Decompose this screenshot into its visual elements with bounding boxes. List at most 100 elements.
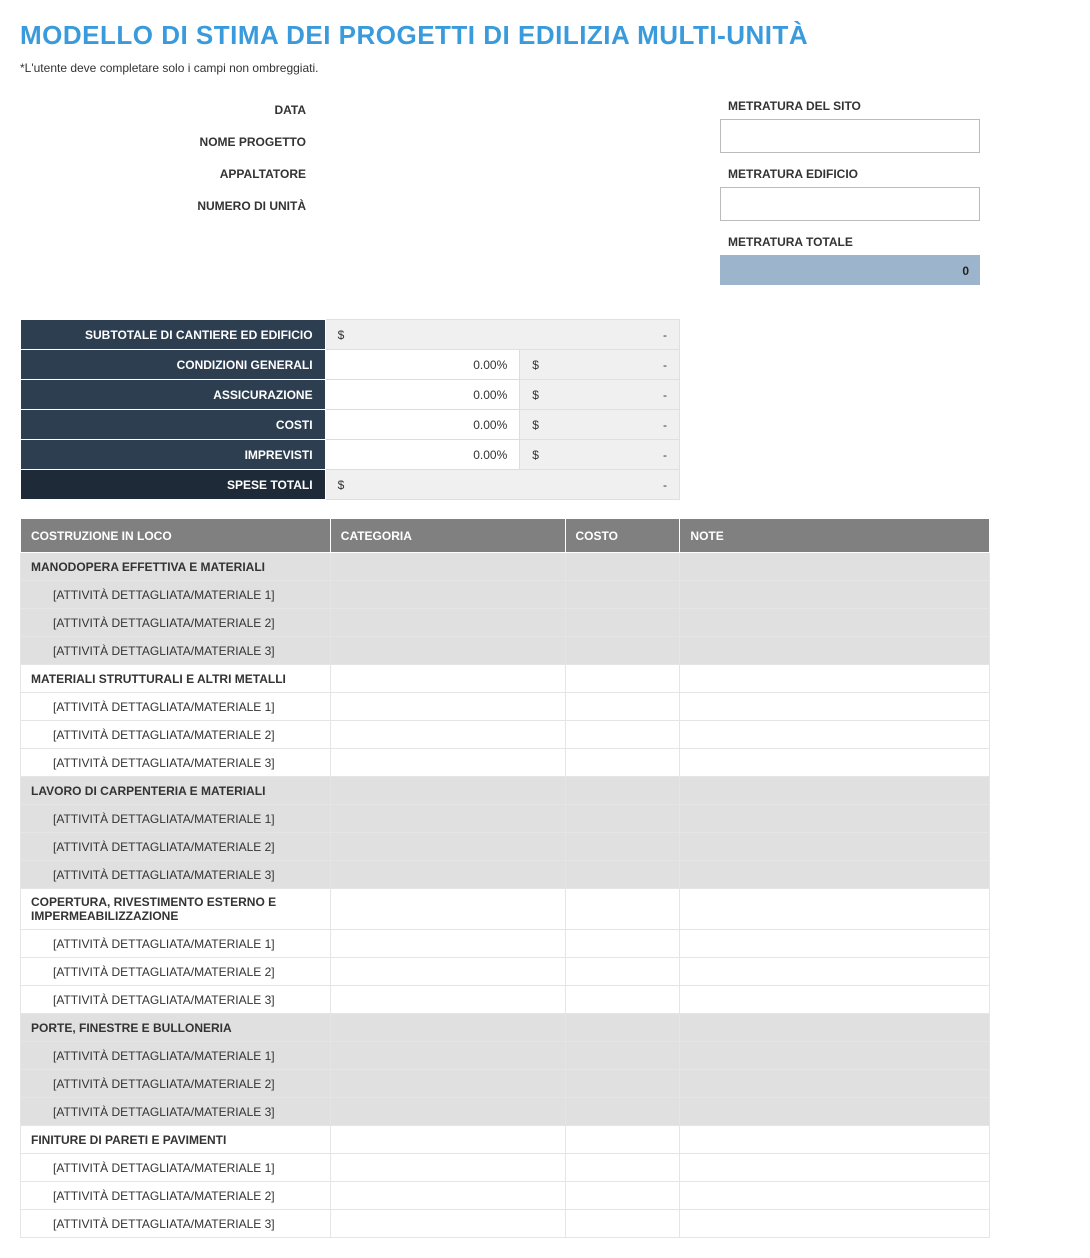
item-name[interactable]: [ATTIVITÀ DETTAGLIATA/MATERIALE 1] [21,805,331,833]
item-name[interactable]: [ATTIVITÀ DETTAGLIATA/MATERIALE 2] [21,721,331,749]
group-row: FINITURE DI PARETI E PAVIMENTI [21,1126,990,1154]
item-costo[interactable] [565,833,680,861]
sum-amt-costi: $- [520,410,680,440]
input-numero-unita[interactable] [320,193,680,219]
item-categoria[interactable] [330,1182,565,1210]
item-costo[interactable] [565,637,680,665]
sum-pct-condizioni[interactable]: 0.00% [325,350,520,380]
item-categoria[interactable] [330,986,565,1014]
item-costo[interactable] [565,1042,680,1070]
item-name[interactable]: [ATTIVITÀ DETTAGLIATA/MATERIALE 3] [21,1098,331,1126]
label-appaltatore: APPALTATORE [20,167,320,181]
item-row: [ATTIVITÀ DETTAGLIATA/MATERIALE 3] [21,986,990,1014]
item-costo[interactable] [565,1154,680,1182]
item-name[interactable]: [ATTIVITÀ DETTAGLIATA/MATERIALE 3] [21,1210,331,1238]
item-categoria[interactable] [330,1098,565,1126]
item-costo[interactable] [565,609,680,637]
item-note[interactable] [680,1070,990,1098]
input-data[interactable] [320,97,680,123]
item-categoria[interactable] [330,833,565,861]
item-categoria[interactable] [330,930,565,958]
item-costo[interactable] [565,693,680,721]
item-categoria[interactable] [330,693,565,721]
group-cell [565,665,680,693]
item-name[interactable]: [ATTIVITÀ DETTAGLIATA/MATERIALE 2] [21,958,331,986]
item-row: [ATTIVITÀ DETTAGLIATA/MATERIALE 3] [21,637,990,665]
item-note[interactable] [680,986,990,1014]
item-note[interactable] [680,805,990,833]
group-cell [680,1126,990,1154]
item-name[interactable]: [ATTIVITÀ DETTAGLIATA/MATERIALE 3] [21,637,331,665]
item-name[interactable]: [ATTIVITÀ DETTAGLIATA/MATERIALE 1] [21,1154,331,1182]
item-note[interactable] [680,721,990,749]
group-name: PORTE, FINESTRE E BULLONERIA [21,1014,331,1042]
item-categoria[interactable] [330,861,565,889]
item-row: [ATTIVITÀ DETTAGLIATA/MATERIALE 2] [21,958,990,986]
item-note[interactable] [680,958,990,986]
item-costo[interactable] [565,958,680,986]
sum-pct-imprevisti[interactable]: 0.00% [325,440,520,470]
item-note[interactable] [680,930,990,958]
item-categoria[interactable] [330,609,565,637]
item-categoria[interactable] [330,1042,565,1070]
group-cell [330,1126,565,1154]
item-row: [ATTIVITÀ DETTAGLIATA/MATERIALE 2] [21,1070,990,1098]
item-name[interactable]: [ATTIVITÀ DETTAGLIATA/MATERIALE 2] [21,1070,331,1098]
input-metratura-edificio[interactable] [720,187,980,221]
item-name[interactable]: [ATTIVITÀ DETTAGLIATA/MATERIALE 2] [21,833,331,861]
item-note[interactable] [680,1182,990,1210]
item-name[interactable]: [ATTIVITÀ DETTAGLIATA/MATERIALE 1] [21,693,331,721]
item-costo[interactable] [565,1098,680,1126]
group-cell [565,777,680,805]
item-categoria[interactable] [330,1154,565,1182]
sum-pct-costi[interactable]: 0.00% [325,410,520,440]
item-note[interactable] [680,749,990,777]
item-categoria[interactable] [330,581,565,609]
item-costo[interactable] [565,930,680,958]
item-note[interactable] [680,861,990,889]
label-metratura-sito: METRATURA DEL SITO [720,99,980,113]
item-note[interactable] [680,693,990,721]
item-name[interactable]: [ATTIVITÀ DETTAGLIATA/MATERIALE 1] [21,930,331,958]
item-name[interactable]: [ATTIVITÀ DETTAGLIATA/MATERIALE 2] [21,1182,331,1210]
item-costo[interactable] [565,986,680,1014]
input-appaltatore[interactable] [320,161,680,187]
item-costo[interactable] [565,581,680,609]
item-note[interactable] [680,637,990,665]
item-costo[interactable] [565,749,680,777]
item-row: [ATTIVITÀ DETTAGLIATA/MATERIALE 1] [21,1154,990,1182]
item-name[interactable]: [ATTIVITÀ DETTAGLIATA/MATERIALE 3] [21,861,331,889]
item-categoria[interactable] [330,749,565,777]
item-costo[interactable] [565,1070,680,1098]
input-metratura-sito[interactable] [720,119,980,153]
item-name[interactable]: [ATTIVITÀ DETTAGLIATA/MATERIALE 1] [21,581,331,609]
item-name[interactable]: [ATTIVITÀ DETTAGLIATA/MATERIALE 1] [21,1042,331,1070]
item-costo[interactable] [565,1182,680,1210]
item-note[interactable] [680,833,990,861]
item-categoria[interactable] [330,805,565,833]
sum-pct-assicurazione[interactable]: 0.00% [325,380,520,410]
item-note[interactable] [680,1098,990,1126]
item-categoria[interactable] [330,958,565,986]
item-note[interactable] [680,609,990,637]
item-name[interactable]: [ATTIVITÀ DETTAGLIATA/MATERIALE 2] [21,609,331,637]
item-name[interactable]: [ATTIVITÀ DETTAGLIATA/MATERIALE 3] [21,986,331,1014]
item-categoria[interactable] [330,1070,565,1098]
item-costo[interactable] [565,1210,680,1238]
item-row: [ATTIVITÀ DETTAGLIATA/MATERIALE 1] [21,930,990,958]
item-note[interactable] [680,1042,990,1070]
item-categoria[interactable] [330,637,565,665]
item-costo[interactable] [565,861,680,889]
item-note[interactable] [680,581,990,609]
group-cell [330,1014,565,1042]
item-categoria[interactable] [330,1210,565,1238]
item-costo[interactable] [565,805,680,833]
input-nome-progetto[interactable] [320,129,680,155]
item-costo[interactable] [565,721,680,749]
item-row: [ATTIVITÀ DETTAGLIATA/MATERIALE 3] [21,1210,990,1238]
item-note[interactable] [680,1210,990,1238]
sum-label-subtotale: SUBTOTALE DI CANTIERE ED EDIFICIO [21,320,326,350]
item-name[interactable]: [ATTIVITÀ DETTAGLIATA/MATERIALE 3] [21,749,331,777]
item-categoria[interactable] [330,721,565,749]
item-note[interactable] [680,1154,990,1182]
